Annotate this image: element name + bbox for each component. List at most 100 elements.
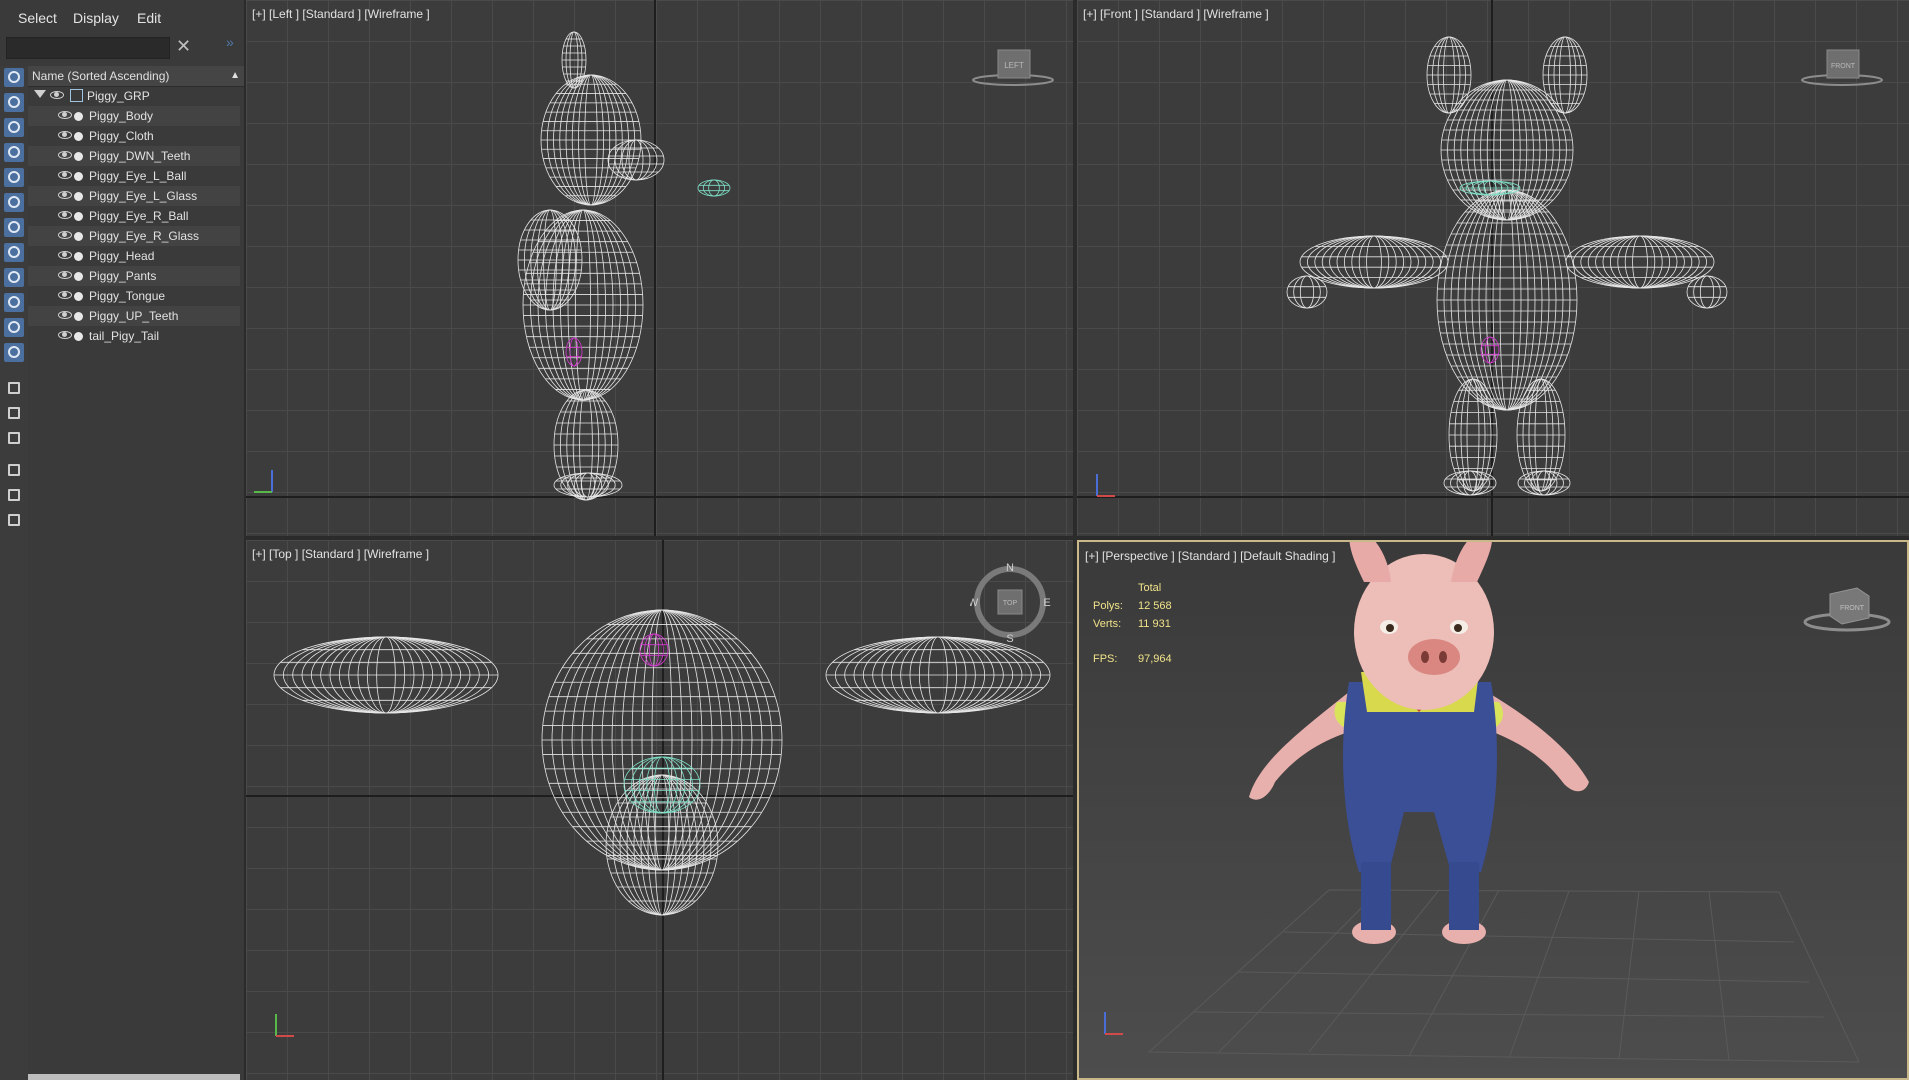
display-bones-button[interactable]	[4, 268, 24, 287]
snout-mesh	[605, 774, 719, 916]
freeze-dot-icon[interactable]	[74, 272, 83, 281]
viewport-left[interactable]: [+] [Left ] [Standard ] [Wireframe ] LEF…	[246, 0, 1073, 536]
tree-item-label: Piggy_Pants	[89, 269, 157, 283]
eye-icon[interactable]	[58, 231, 72, 239]
tree-item-row[interactable]: Piggy_Eye_L_Glass	[28, 186, 240, 206]
camera-icon	[8, 146, 20, 158]
tail-mesh	[1480, 336, 1500, 364]
menu-bar: Select Display Edit	[0, 0, 244, 35]
tree-item-row[interactable]: Piggy_DWN_Teeth	[28, 146, 240, 166]
eye-icon[interactable]	[58, 191, 72, 199]
eye-icon[interactable]	[58, 111, 72, 119]
shapes-icon	[8, 96, 20, 108]
tree-item-label: Piggy_Cloth	[89, 129, 154, 143]
expand-icon[interactable]: »	[226, 34, 234, 50]
freeze-dot-icon[interactable]	[74, 192, 83, 201]
eye-icon[interactable]	[58, 311, 72, 319]
menu-edit[interactable]: Edit	[137, 10, 161, 26]
eye-icon[interactable]	[58, 331, 72, 339]
tree-item-row[interactable]: Piggy_Tongue	[28, 286, 240, 306]
tree-item-label: Piggy_DWN_Teeth	[89, 149, 191, 163]
head-mesh	[540, 74, 642, 206]
eye-icon[interactable]	[58, 291, 72, 299]
ear-mesh	[1542, 36, 1588, 114]
viewport-top[interactable]: [+] [Top ] [Standard ] [Wireframe ] TOP …	[246, 540, 1073, 1080]
display-invert-button[interactable]	[4, 429, 24, 448]
document-icon	[8, 382, 20, 394]
display-particles-button[interactable]	[4, 318, 24, 337]
display-cameras-button[interactable]	[4, 143, 24, 162]
tree-item-row[interactable]: tail_Pigy_Tail	[28, 326, 240, 346]
freeze-dot-icon[interactable]	[74, 232, 83, 241]
search-input[interactable]	[6, 37, 170, 59]
tree-item-row[interactable]: Piggy_Head	[28, 246, 240, 266]
eye-icon[interactable]	[58, 171, 72, 179]
particle-icon	[8, 321, 20, 333]
tree-item-label: Piggy_Tongue	[89, 289, 166, 303]
display-none-button[interactable]	[4, 404, 24, 423]
freeze-dot-icon[interactable]	[74, 132, 83, 141]
display-groups-button[interactable]	[4, 218, 24, 237]
piggy-wireframe-side[interactable]	[246, 0, 1073, 536]
tree-item-label: Piggy_Eye_R_Glass	[89, 229, 200, 243]
eye-icon[interactable]	[58, 151, 72, 159]
tree-item-row[interactable]: Piggy_Pants	[28, 266, 240, 286]
arm-mesh	[1299, 235, 1449, 289]
freeze-dot-icon[interactable]	[74, 212, 83, 221]
body-mesh	[522, 209, 644, 401]
group-icon	[70, 89, 83, 102]
freeze-dot-icon[interactable]	[74, 152, 83, 161]
eye-icon[interactable]	[58, 271, 72, 279]
display-xrefs-button[interactable]	[4, 243, 24, 262]
collapse-arrow-icon[interactable]	[34, 90, 46, 98]
tree-item-row[interactable]: Piggy_Eye_R_Glass	[28, 226, 240, 246]
menu-display[interactable]: Display	[73, 10, 119, 26]
arm-mesh	[517, 209, 583, 311]
explorer-toolbar	[0, 66, 29, 1080]
tree-item-row[interactable]: Piggy_Eye_L_Ball	[28, 166, 240, 186]
display-spacewarps-button[interactable]	[4, 193, 24, 212]
eye-icon	[8, 346, 20, 358]
piggy-shaded-model[interactable]	[1079, 542, 1909, 1080]
freeze-dot-icon[interactable]	[74, 172, 83, 181]
helper-icon	[8, 171, 20, 183]
display-helpers-button[interactable]	[4, 168, 24, 187]
viewport-front[interactable]: [+] [Front ] [Standard ] [Wireframe ] FR…	[1077, 0, 1909, 536]
arm-mesh	[273, 636, 499, 714]
menu-select[interactable]: Select	[18, 10, 57, 26]
tree-group-row[interactable]: Piggy_GRP	[28, 86, 240, 106]
eye-icon[interactable]	[50, 91, 64, 99]
viewport-perspective[interactable]: [+] [Perspective ] [Standard ] [Default …	[1077, 540, 1909, 1080]
freeze-dot-icon[interactable]	[74, 252, 83, 261]
tree-item-label: Piggy_Eye_L_Ball	[89, 169, 187, 183]
tree-item-row[interactable]: Piggy_UP_Teeth	[28, 306, 240, 326]
eye-icon[interactable]	[58, 211, 72, 219]
display-lights-button[interactable]	[4, 118, 24, 137]
tree-item-row[interactable]: Piggy_Eye_R_Ball	[28, 206, 240, 226]
piggy-wireframe-front[interactable]	[1077, 0, 1909, 536]
freeze-dot-icon[interactable]	[74, 292, 83, 301]
filter-clear-button[interactable]	[4, 461, 24, 480]
arm-mesh	[1565, 235, 1715, 289]
freeze-dot-icon[interactable]	[74, 332, 83, 341]
display-all-button[interactable]	[4, 379, 24, 398]
eye-icon[interactable]	[58, 131, 72, 139]
freeze-dot-icon[interactable]	[74, 112, 83, 121]
tree-item-row[interactable]: Piggy_Cloth	[28, 126, 240, 146]
eye-icon[interactable]	[58, 251, 72, 259]
filter-button[interactable]	[4, 486, 24, 505]
tree-item-row[interactable]: Piggy_Body	[28, 106, 240, 126]
group-icon	[8, 221, 20, 233]
freeze-dot-icon[interactable]	[74, 312, 83, 321]
hand-mesh	[1286, 275, 1328, 309]
display-shapes-button[interactable]	[4, 93, 24, 112]
display-hidden-button[interactable]	[4, 343, 24, 362]
close-icon[interactable]: ✕	[176, 36, 191, 57]
piggy-wireframe-top[interactable]	[246, 540, 1073, 1080]
hand-mesh	[1686, 275, 1728, 309]
column-header[interactable]: Name (Sorted Ascending) ▲	[28, 66, 244, 87]
display-containers-button[interactable]	[4, 293, 24, 312]
horizontal-scrollbar[interactable]	[28, 1074, 240, 1080]
display-geometry-button[interactable]	[4, 68, 24, 87]
layer-button[interactable]	[4, 511, 24, 530]
